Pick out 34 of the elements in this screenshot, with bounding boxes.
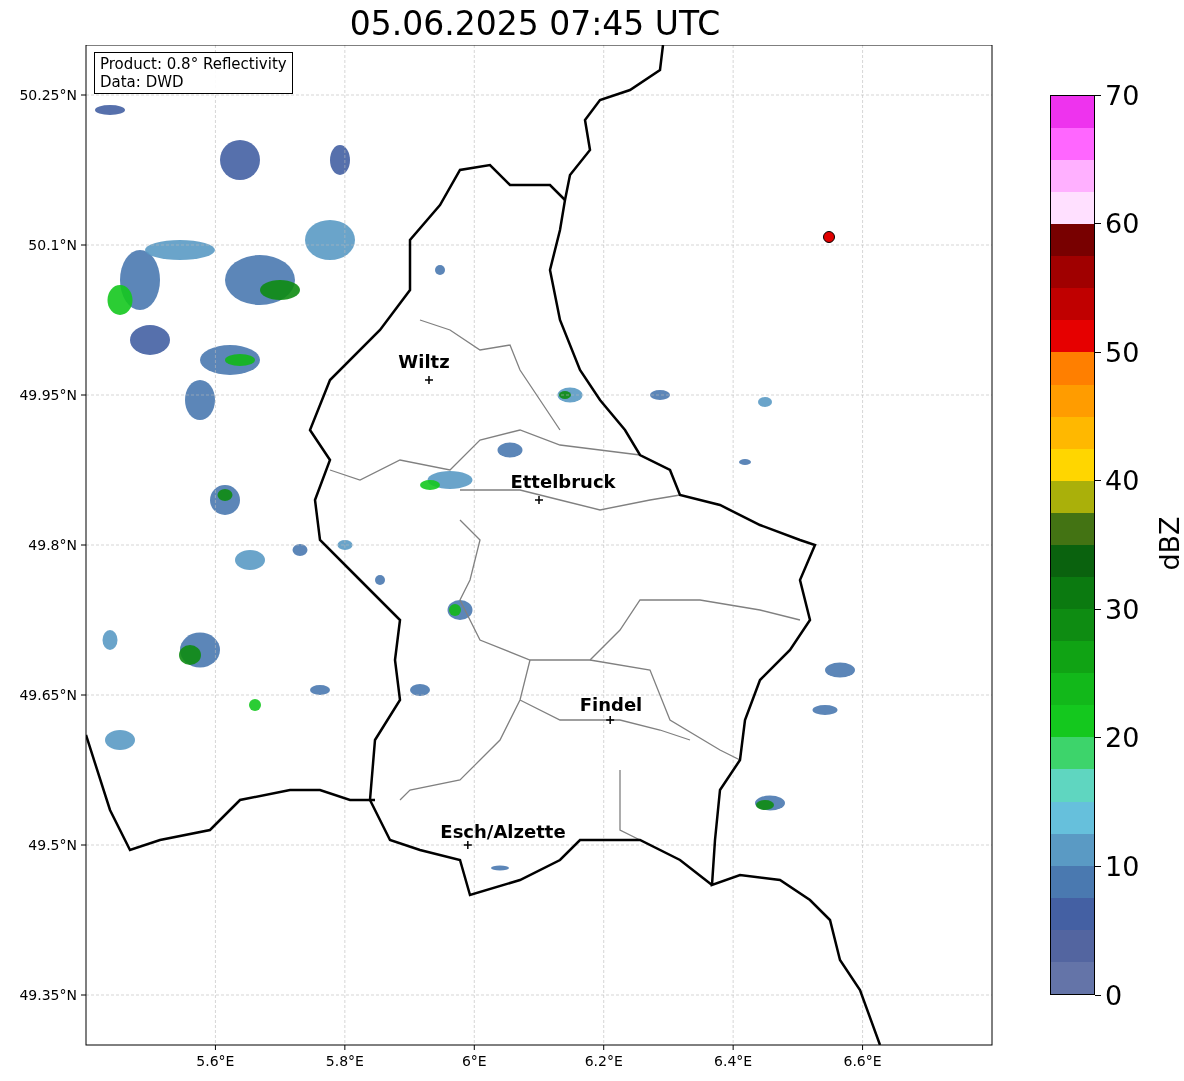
x-tick-label: 6.2°E <box>584 1053 623 1069</box>
colorbar-tick-label: 40 <box>1105 465 1140 497</box>
x-tick-label: 6.4°E <box>714 1053 753 1069</box>
city-label: Ettelbruck <box>510 471 616 492</box>
colorbar-tick-label: 50 <box>1105 336 1140 368</box>
y-tick-label: 49.5°N <box>28 837 77 853</box>
city-marker-icon <box>463 840 473 850</box>
city-marker-icon <box>605 715 615 725</box>
colorbar-tick-label: 30 <box>1105 593 1140 625</box>
x-tick-label: 6°E <box>461 1053 487 1069</box>
city-label: Esch/Alzette <box>440 821 566 842</box>
colorbar-tick-label: 70 <box>1105 79 1140 111</box>
info-text: Product: 0.8° Reflectivity <box>100 55 287 73</box>
x-tick-label: 5.8°E <box>325 1053 364 1069</box>
colorbar-label: dBZ <box>1153 516 1184 571</box>
y-tick-label: 50.1°N <box>28 237 77 253</box>
y-tick-label: 49.95°N <box>19 387 77 403</box>
y-tick-label: 49.8°N <box>28 537 77 553</box>
info-text: Data: DWD <box>100 73 185 91</box>
city-label: Findel <box>579 694 643 715</box>
city-marker-icon <box>534 495 544 505</box>
colorbar-tick-label: 10 <box>1105 850 1140 882</box>
colorbar-tick-label: 20 <box>1105 722 1140 754</box>
location-marker-icon <box>823 231 835 243</box>
y-tick-label: 49.35°N <box>19 987 77 1003</box>
x-tick-label: 6.6°E <box>843 1053 882 1069</box>
x-tick-label: 5.6°E <box>196 1053 235 1069</box>
y-tick-label: 50.25°N <box>19 87 77 103</box>
city-marker-icon <box>424 375 434 385</box>
city-label: Wiltz <box>398 351 450 372</box>
colorbar-tick-label: 60 <box>1105 208 1140 240</box>
y-tick-label: 49.65°N <box>19 687 77 703</box>
chart-title: 05.06.2025 07:45 UTC <box>348 3 722 45</box>
colorbar-tick-label: 0 <box>1105 979 1123 1011</box>
